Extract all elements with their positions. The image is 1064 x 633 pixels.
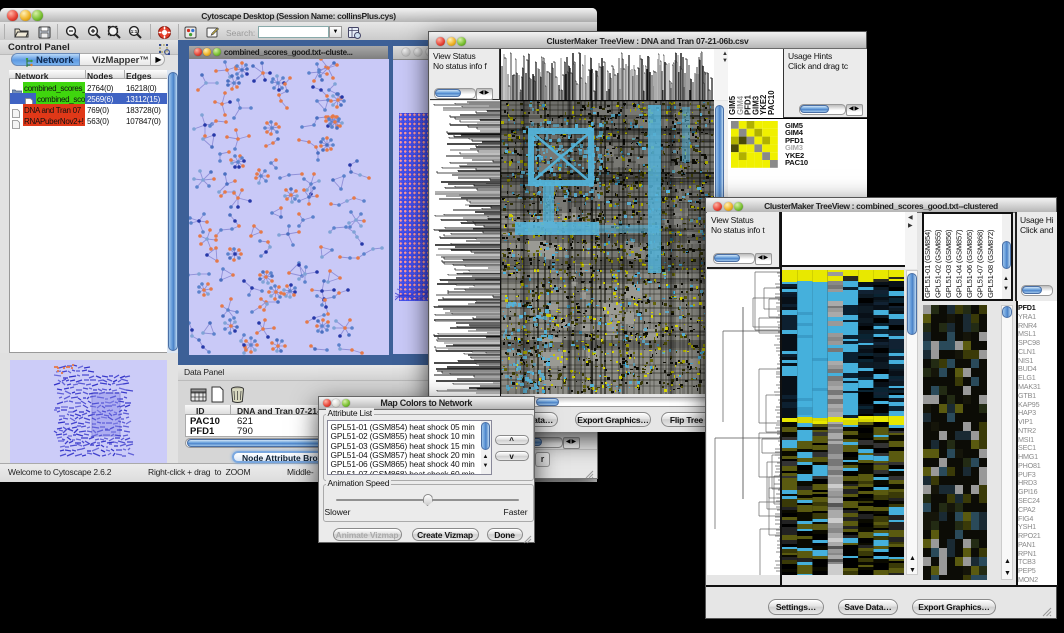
- svg-text:1:1: 1:1: [131, 29, 138, 34]
- svg-text:PAC10: PAC10: [767, 90, 776, 115]
